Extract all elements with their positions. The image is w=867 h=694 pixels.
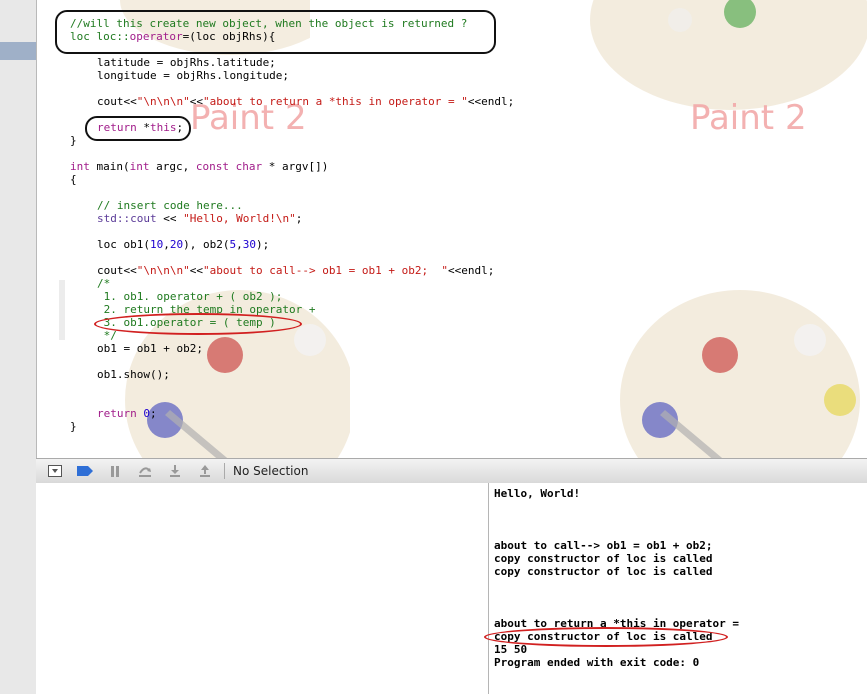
code-line: 1. ob1. operator + ( ob2 ); [97, 290, 283, 303]
step-into-icon [170, 465, 180, 477]
code-line: int main(int argc, const char * argv[]) [70, 160, 329, 173]
console-line: about to call--> ob1 = ob1 + ob2; [494, 539, 713, 552]
code-line: latitude = objRhs.latitude; [97, 56, 276, 69]
code-line: return 0; [97, 407, 157, 420]
code-line: longitude = objRhs.longitude; [97, 69, 290, 82]
panel-toggle-icon [48, 465, 62, 477]
selection-status: No Selection [233, 464, 309, 478]
navigator-gutter [0, 0, 37, 694]
code-line: /* [97, 277, 111, 290]
debug-toolbar: No Selection [36, 458, 867, 484]
annotation-oval [85, 116, 191, 141]
step-over-icon [139, 467, 151, 477]
code-fold-ribbon[interactable] [59, 280, 65, 340]
code-line: { [70, 173, 77, 186]
console-line: 15 50 [494, 643, 528, 656]
pause-icon [111, 465, 119, 477]
gutter-selection-marker [0, 42, 36, 60]
console-line: copy constructor of loc is called [494, 565, 713, 578]
code-line: */ [97, 329, 117, 342]
hide-debug-area-button[interactable] [44, 462, 66, 480]
watermark-text: Paint 2 [690, 98, 807, 138]
code-line: } [70, 420, 77, 433]
annotation-oval-red [94, 313, 302, 335]
code-line: std::cout << "Hello, World!\n"; [97, 212, 303, 225]
step-out-button[interactable] [194, 462, 216, 480]
breakpoints-toggle-button[interactable] [74, 462, 96, 480]
annotation-oval [55, 10, 496, 54]
annotation-oval-red [484, 627, 728, 647]
console-line: Program ended with exit code: 0 [494, 656, 700, 669]
toolbar-divider [224, 463, 225, 479]
code-line: loc ob1(10,20), ob2(5,30); [97, 238, 270, 251]
pause-button[interactable] [104, 462, 126, 480]
code-line: cout<<"\n\n\n"<<"about to call--> ob1 = … [97, 264, 495, 277]
step-out-icon [200, 465, 210, 477]
console-line: Hello, World! [494, 487, 581, 500]
breakpoint-icon [77, 466, 93, 476]
code-line: } [70, 134, 77, 147]
code-line: ob1 = ob1 + ob2; [97, 342, 203, 355]
variables-view[interactable] [36, 483, 489, 694]
code-line: cout<<"\n\n\n"<<"about to return a *this… [97, 95, 515, 108]
code-line: // insert code here... [97, 199, 243, 212]
console-line: copy constructor of loc is called [494, 552, 713, 565]
step-over-button[interactable] [134, 462, 156, 480]
step-into-button[interactable] [164, 462, 186, 480]
code-line: ob1.show(); [97, 368, 170, 381]
